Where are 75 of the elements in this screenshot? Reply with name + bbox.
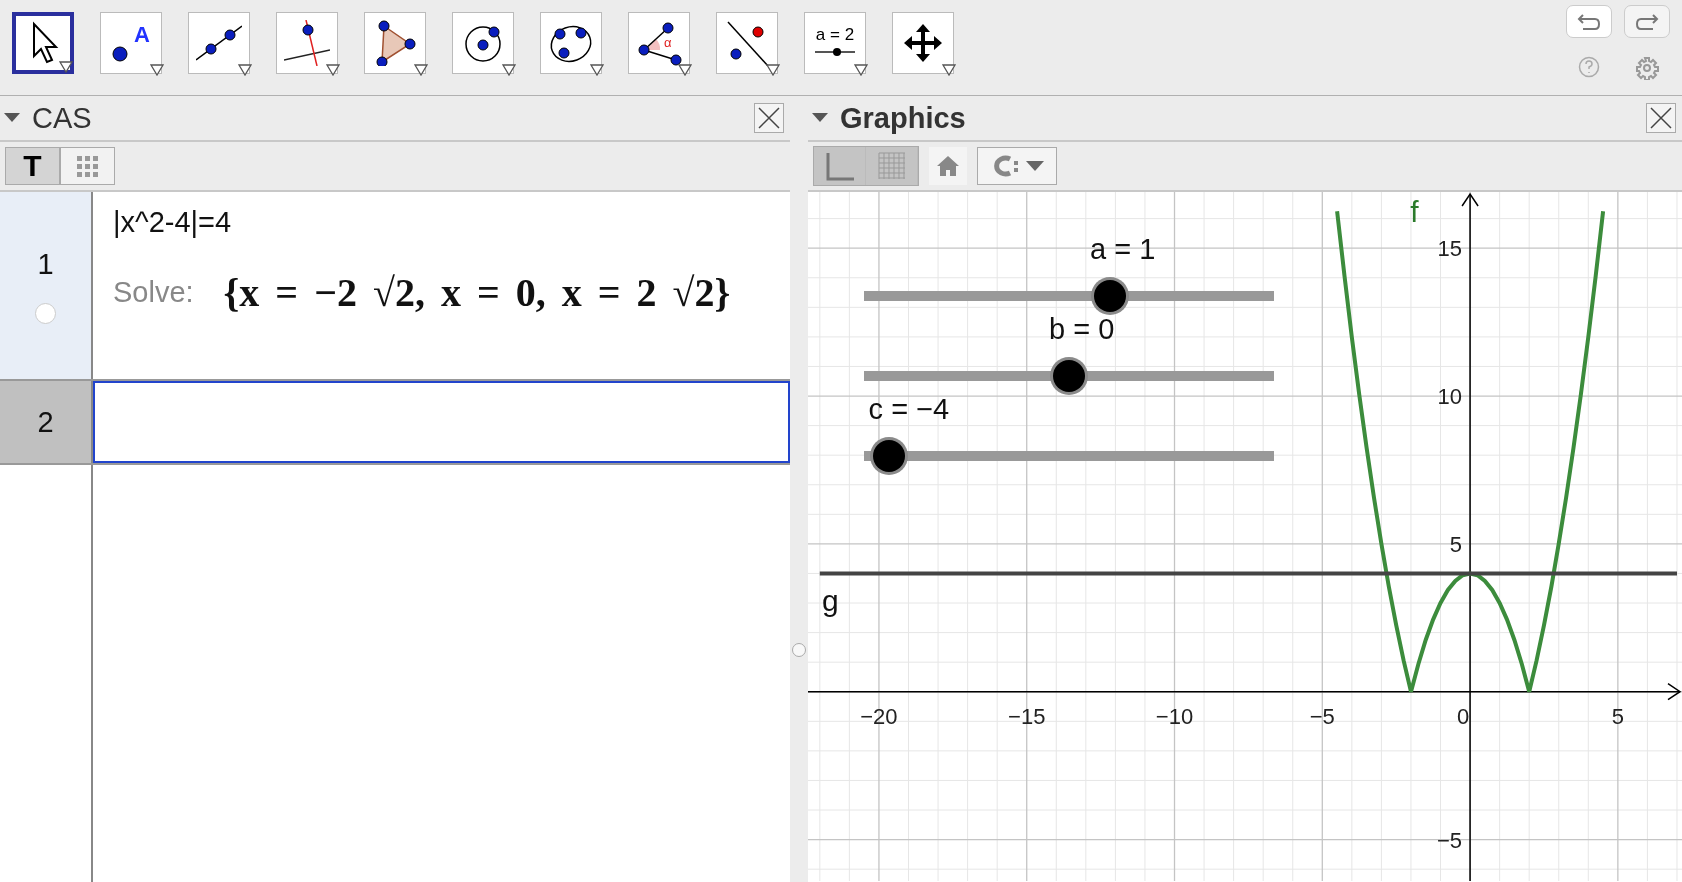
home-icon <box>936 155 960 177</box>
tool-button[interactable] <box>540 12 602 74</box>
object-label: f <box>1410 195 1419 228</box>
close-icon <box>1649 106 1673 130</box>
axis-tick-label: 5 <box>1449 531 1463 557</box>
reflect-icon <box>724 20 770 66</box>
resize-handle[interactable] <box>792 643 806 657</box>
tool-button[interactable] <box>364 12 426 74</box>
dropdown-triangle-icon <box>59 61 73 73</box>
dropdown-triangle-icon <box>150 64 164 76</box>
radio-button[interactable] <box>35 302 56 324</box>
tool-button[interactable]: A <box>100 12 162 74</box>
number-grid-icon <box>74 154 101 178</box>
panel-title: Graphics <box>840 101 966 135</box>
collapse-triangle-icon[interactable] <box>4 113 20 123</box>
object-label: g <box>822 584 839 618</box>
tool-button[interactable] <box>188 12 250 74</box>
undo-icon <box>1577 12 1601 31</box>
horizontal-line[interactable] <box>819 571 1677 576</box>
slider-label: c = −4 <box>868 393 950 426</box>
axis-tick-label: −5 <box>1437 827 1463 853</box>
tool-button[interactable] <box>12 12 74 74</box>
axis-tick-label: 5 <box>1611 703 1624 729</box>
tool-button[interactable] <box>892 12 954 74</box>
axis-tick-label: 15 <box>1437 236 1463 262</box>
axis-tick-label: −15 <box>1008 703 1046 729</box>
dropdown-triangle-icon <box>678 64 692 76</box>
output-label: Solve: <box>113 276 194 309</box>
tool-button[interactable] <box>716 12 778 74</box>
expression-text: |x^2-4|=4 <box>113 206 233 239</box>
dropdown-triangle-icon <box>326 64 340 76</box>
axis-tick-label: −10 <box>1155 703 1194 729</box>
redo-button[interactable] <box>1624 5 1670 38</box>
close-button[interactable] <box>754 103 784 133</box>
tool-button[interactable]: α <box>628 12 690 74</box>
input-field[interactable] <box>93 381 790 463</box>
redo-icon <box>1635 12 1659 31</box>
grid-icon <box>876 151 907 181</box>
close-icon <box>757 106 781 130</box>
dropdown-triangle-icon <box>414 64 428 76</box>
slider-label: a = 1 <box>1090 233 1156 266</box>
tool-button[interactable] <box>452 12 514 74</box>
solve-result: {x = −2 √2, x = 0, x = 2 √2} <box>223 269 731 316</box>
point-capture-dropdown[interactable] <box>977 147 1057 185</box>
panel-title: CAS <box>32 101 92 135</box>
collapse-triangle-icon[interactable] <box>812 113 828 123</box>
row-number: 1 <box>37 247 54 281</box>
dropdown-triangle-icon <box>590 64 604 76</box>
table-button[interactable] <box>60 147 115 185</box>
dropdown-triangle-icon <box>502 64 516 76</box>
axis-tick-label: −5 <box>1309 703 1335 729</box>
undo-button[interactable] <box>1566 5 1612 38</box>
dropdown-triangle-icon <box>766 64 780 76</box>
close-button[interactable] <box>1646 103 1676 133</box>
row-header[interactable]: 1 <box>0 192 93 379</box>
tool-button[interactable]: a = 2 <box>804 12 866 74</box>
text-style-button[interactable]: T <box>5 147 60 185</box>
dropdown-triangle-icon <box>238 64 252 76</box>
tool-button[interactable] <box>276 12 338 74</box>
axis-tick-label: 10 <box>1437 384 1463 410</box>
row-number: 2 <box>37 405 54 439</box>
axis-tick-label: 0 <box>1456 703 1470 729</box>
perpendicular-line-icon <box>284 20 330 66</box>
home-button[interactable] <box>929 147 967 185</box>
slider-thumb[interactable] <box>1094 280 1126 312</box>
slider-thumb[interactable] <box>872 440 905 472</box>
grid-toggle[interactable] <box>866 147 918 185</box>
slider-label: b = 0 <box>1049 313 1115 346</box>
row-header[interactable]: 2 <box>0 381 93 463</box>
axes-toggle[interactable] <box>814 147 866 185</box>
slider-thumb[interactable] <box>1053 360 1085 392</box>
axis-tick-label: −20 <box>860 703 898 729</box>
dropdown-triangle-icon <box>854 64 868 76</box>
dropdown-triangle-icon <box>942 64 956 76</box>
caret-icon <box>1026 161 1044 171</box>
